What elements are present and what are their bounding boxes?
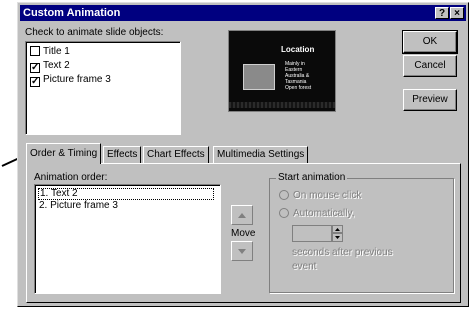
move-up-button[interactable] — [231, 205, 253, 225]
move-label: Move — [231, 228, 256, 239]
spin-down-icon[interactable] — [332, 233, 343, 242]
checkbox[interactable] — [30, 46, 40, 56]
move-down-button[interactable] — [231, 241, 253, 261]
object-item-title-1[interactable]: Title 1 — [30, 46, 70, 59]
radio-icon — [279, 208, 289, 218]
slide-footer-band — [229, 102, 335, 108]
ok-button[interactable]: OK — [402, 30, 458, 54]
automatically-label: Automatically, — [293, 208, 355, 219]
slide-bullet: Open forest — [285, 85, 312, 91]
seconds-field[interactable] — [292, 225, 332, 242]
object-label: Title 1 — [43, 46, 70, 57]
animation-order-list[interactable]: 1. Text 2 2. Picture frame 3 — [34, 184, 221, 294]
seconds-spinner[interactable] — [332, 225, 343, 242]
object-item-picture-frame-3[interactable]: ✓ Picture frame 3 — [30, 74, 111, 87]
checkbox[interactable]: ✓ — [30, 63, 40, 73]
order-item-label: 2. Picture frame 3 — [39, 200, 118, 211]
objects-label: Check to animate slide objects: — [25, 27, 164, 38]
animation-order-label: Animation order: — [34, 172, 108, 183]
order-item-selected[interactable]: 1. Text 2 — [38, 188, 214, 200]
tab-chart-effects[interactable]: Chart Effects — [143, 146, 209, 163]
tab-panel: Animation order: 1. Text 2 2. Picture fr… — [26, 163, 461, 303]
dialog-title: Custom Animation — [23, 7, 121, 19]
cancel-button[interactable]: Cancel — [403, 55, 457, 77]
object-item-text-2[interactable]: ✓ Text 2 — [30, 60, 70, 73]
close-button[interactable]: × — [450, 7, 464, 19]
down-arrow-icon — [238, 249, 246, 254]
start-animation-label: Start animation — [276, 172, 348, 183]
slide-title: Location — [281, 45, 315, 54]
start-animation-group: Start animation On mouse click Automatic… — [269, 172, 454, 293]
slide-preview: Location Mainly in Eastern Australia & T… — [228, 30, 336, 112]
checkbox[interactable]: ✓ — [30, 77, 40, 87]
tab-multimedia-settings[interactable]: Multimedia Settings — [213, 146, 309, 163]
automatically-radio[interactable]: Automatically, — [279, 208, 355, 219]
spin-up-icon[interactable] — [332, 225, 343, 233]
preview-button[interactable]: Preview — [403, 89, 457, 111]
objects-list[interactable]: Title 1 ✓ Text 2 ✓ Picture frame 3 — [25, 41, 181, 135]
up-arrow-icon — [238, 213, 246, 218]
order-item-label: 1. Text 2 — [40, 188, 78, 199]
tab-effects[interactable]: Effects — [103, 146, 142, 163]
order-item[interactable]: 2. Picture frame 3 — [39, 200, 118, 211]
radio-icon — [279, 190, 289, 200]
slide-picture — [243, 64, 275, 90]
custom-animation-dialog: Custom Animation ? × Check to animate sl… — [17, 2, 469, 307]
title-bar: Custom Animation ? × — [20, 5, 466, 21]
object-label: Text 2 — [43, 60, 70, 71]
tab-order-timing[interactable]: Order & Timing — [26, 143, 102, 164]
event-label: event — [292, 261, 317, 272]
object-label: Picture frame 3 — [43, 74, 111, 85]
help-button[interactable]: ? — [435, 7, 449, 19]
seconds-after-label: seconds after previous — [292, 247, 393, 258]
on-mouse-click-label: On mouse click — [293, 190, 362, 201]
on-mouse-click-radio[interactable]: On mouse click — [279, 190, 361, 201]
